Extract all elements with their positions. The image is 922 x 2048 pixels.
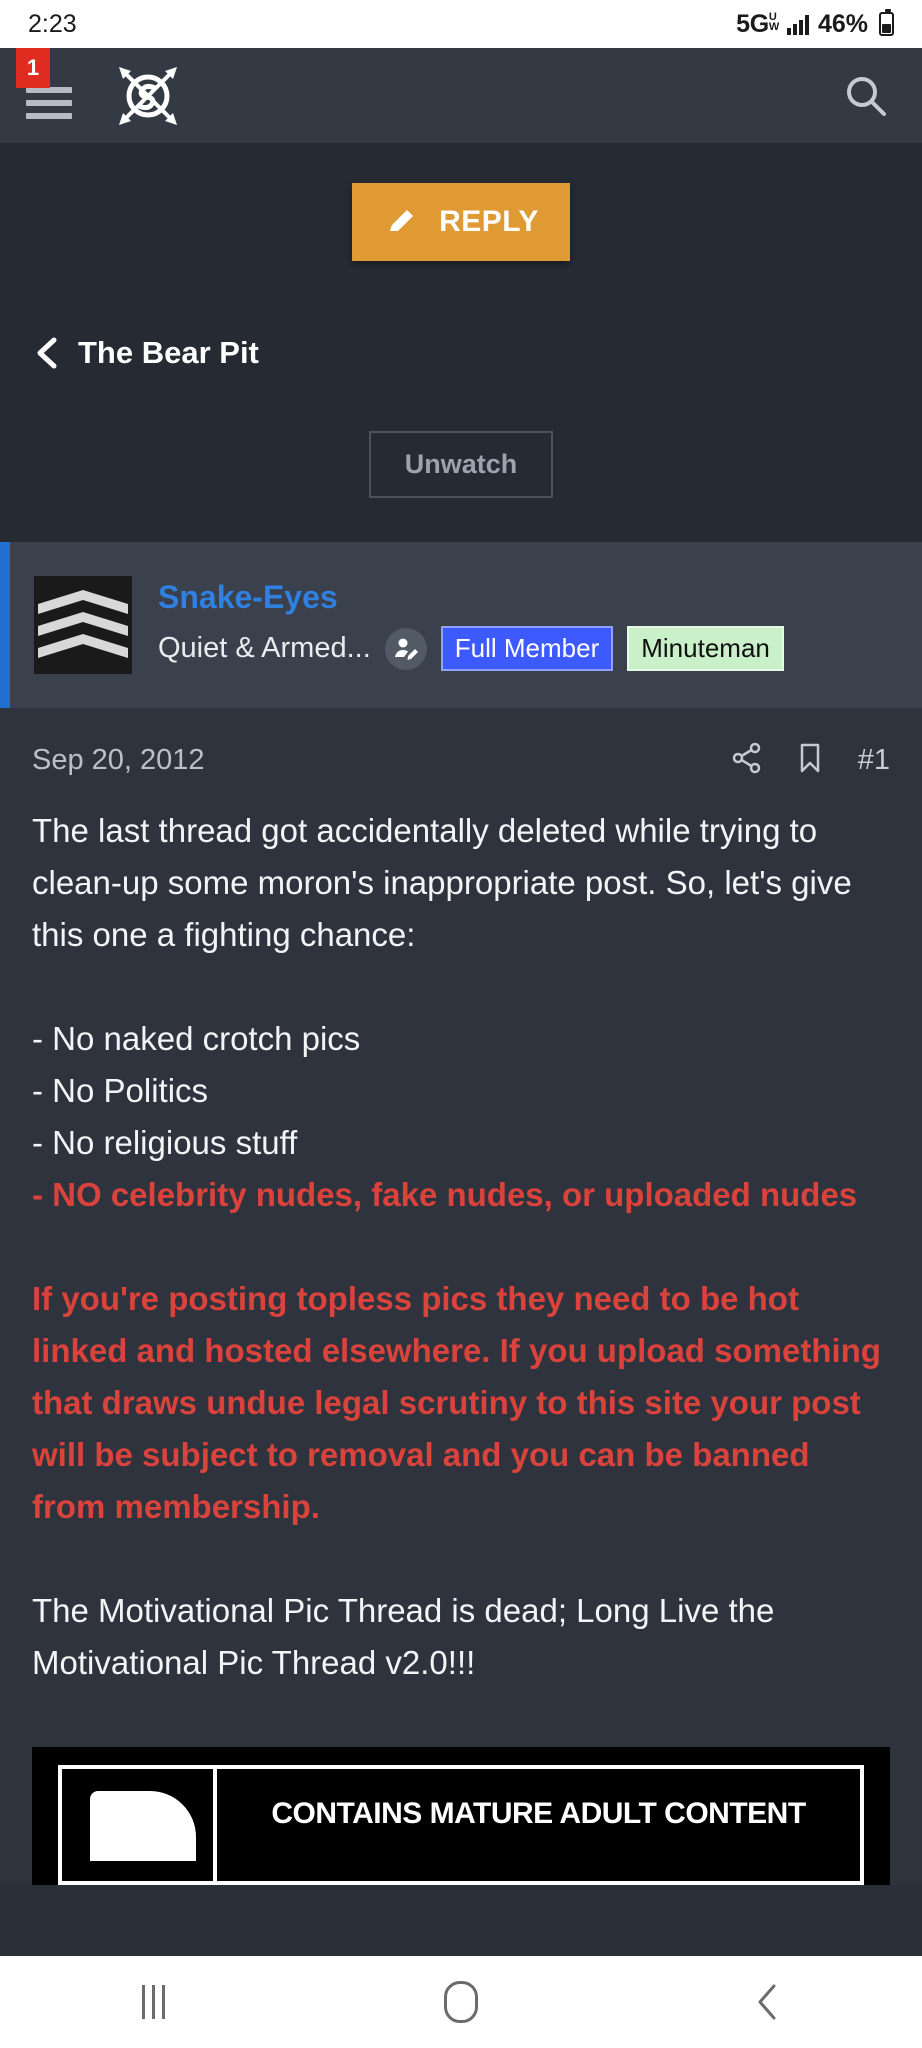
breadcrumb[interactable]: The Bear Pit (0, 261, 922, 371)
attachment-label-area: CONTAINS MATURE ADULT CONTENT (217, 1769, 860, 1881)
status-bar: 2:23 5G U W 46% (0, 0, 922, 48)
reply-button-label: REPLY (439, 205, 539, 238)
network-sub-bottom: W (768, 20, 779, 33)
warning-graphic-icon (62, 1769, 217, 1881)
watch-row: Unwatch (0, 371, 922, 542)
home-icon[interactable] (401, 1956, 521, 2048)
network-label: 5G (736, 9, 769, 38)
author-username[interactable]: Snake-Eyes (158, 579, 784, 616)
battery-percent: 46% (817, 9, 868, 38)
post-number[interactable]: #1 (858, 744, 890, 777)
phone-screen: 2:23 5G U W 46% 1 REPLY The Bear Pit Unw… (0, 0, 922, 2048)
search-icon[interactable] (836, 66, 896, 126)
user-edit-icon[interactable] (384, 627, 427, 670)
post-container: Sep 20, 2012 #1 The last thread got acci… (0, 708, 922, 1885)
author-title: Quiet & Armed... (158, 632, 371, 664)
pencil-icon (390, 210, 414, 231)
post-rule-2: - No Politics (32, 1072, 209, 1109)
author-meta-row: Quiet & Armed... Full Member Minuteman (158, 626, 784, 671)
post-rule-red: - NO celebrity nudes, fake nudes, or upl… (32, 1176, 858, 1213)
status-indicators: 5G U W 46% (736, 9, 894, 39)
post-rule-1: - No naked crotch pics (32, 1020, 361, 1057)
post-warning: If you're posting topless pics they need… (32, 1280, 881, 1525)
back-icon[interactable] (708, 1956, 828, 2048)
post-closing: The Motivational Pic Thread is dead; Lon… (32, 1592, 775, 1681)
unwatch-button[interactable]: Unwatch (368, 431, 554, 498)
bookmark-icon[interactable] (798, 742, 822, 779)
post-date: Sep 20, 2012 (32, 744, 205, 776)
hamburger-menu-icon[interactable] (26, 86, 72, 119)
avatar[interactable] (34, 576, 132, 674)
chevron-left-icon (37, 337, 57, 369)
post-actions: #1 (732, 742, 890, 779)
post-attachment-image[interactable]: CONTAINS MATURE ADULT CONTENT (32, 1747, 890, 1885)
post-paragraph-1: The last thread got accidentally deleted… (32, 812, 852, 953)
post-body: The last thread got accidentally deleted… (32, 805, 890, 1689)
badge-minuteman[interactable]: Minuteman (627, 626, 784, 671)
signal-bars-icon (786, 13, 809, 35)
status-time: 2:23 (28, 9, 77, 38)
notification-badge[interactable]: 1 (16, 48, 50, 88)
post-meta: Sep 20, 2012 #1 (32, 742, 890, 805)
reply-button[interactable]: REPLY (352, 183, 570, 261)
recents-icon[interactable] (94, 1956, 214, 2048)
network-sub-top: U (768, 10, 777, 23)
share-icon[interactable] (732, 742, 762, 779)
battery-icon (879, 9, 894, 36)
post-author-header: Snake-Eyes Quiet & Armed... Full Member … (0, 542, 922, 708)
accent-bar (0, 542, 10, 708)
snake-eyes-logo-icon[interactable] (108, 56, 188, 136)
badge-full-member[interactable]: Full Member (440, 626, 614, 671)
network-type-icon: 5G U W (736, 10, 779, 39)
post-rule-3: - No religious stuff (32, 1124, 298, 1161)
app-bar: 1 (0, 48, 922, 143)
attachment-label: CONTAINS MATURE ADULT CONTENT (271, 1797, 806, 1830)
breadcrumb-label: The Bear Pit (78, 335, 259, 370)
thread-header-section: REPLY The Bear Pit Unwatch (0, 143, 922, 542)
android-nav-bar (0, 1956, 922, 2048)
author-info: Snake-Eyes Quiet & Armed... Full Member … (158, 579, 784, 671)
